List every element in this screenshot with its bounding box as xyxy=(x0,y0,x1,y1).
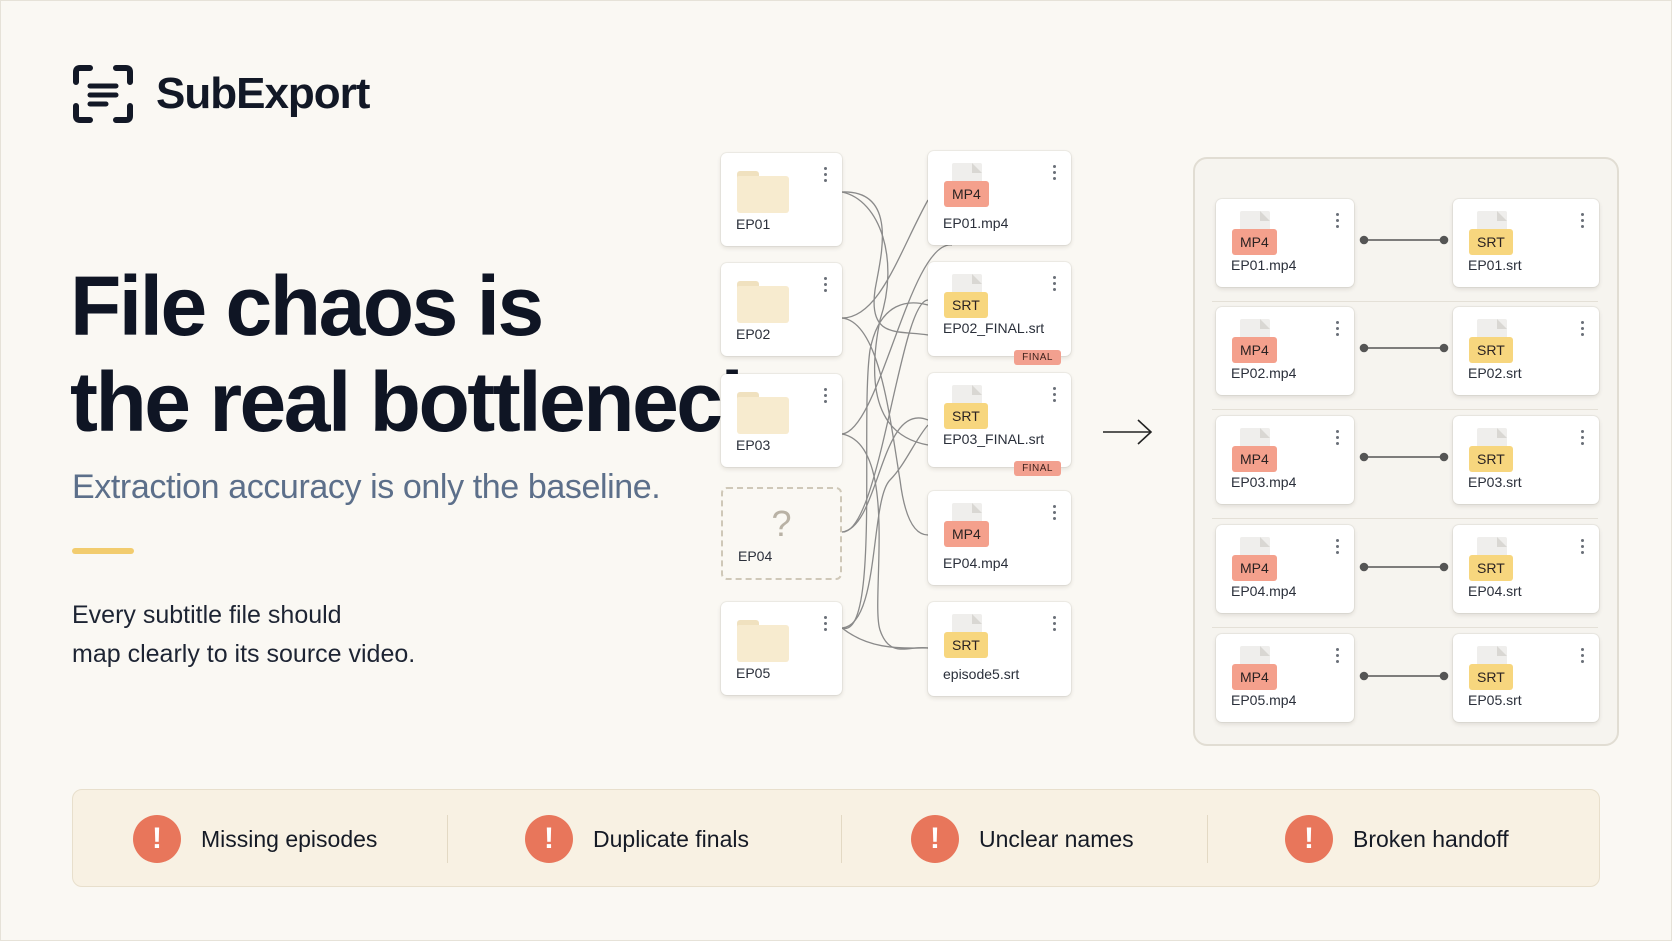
file-name: EP05.mp4 xyxy=(1231,692,1297,708)
more-options-icon[interactable] xyxy=(1336,213,1340,231)
issue-label: Duplicate finals xyxy=(593,825,749,852)
more-options-icon[interactable] xyxy=(1581,539,1585,557)
subtitle-file-icon: SRT xyxy=(1469,319,1515,367)
mapped-video-card[interactable]: MP4 EP03.mp4 xyxy=(1216,416,1354,504)
mapped-video-card[interactable]: MP4 EP01.mp4 xyxy=(1216,199,1354,287)
more-options-icon[interactable] xyxy=(1336,648,1340,666)
file-name: EP04.mp4 xyxy=(1231,583,1297,599)
mapped-subtitle-card[interactable]: SRT EP05.srt xyxy=(1453,634,1599,722)
video-file-icon: MP4 xyxy=(1232,537,1278,585)
alert-icon: ! xyxy=(1285,815,1333,863)
file-name: EP03.srt xyxy=(1468,474,1522,490)
issue-divider xyxy=(1207,815,1208,863)
more-options-icon[interactable] xyxy=(1581,321,1585,339)
mapped-subtitle-card[interactable]: SRT EP02.srt xyxy=(1453,307,1599,395)
file-name: EP01.mp4 xyxy=(1231,257,1297,273)
file-name: EP02.mp4 xyxy=(1231,365,1297,381)
issue-label: Unclear names xyxy=(979,825,1134,852)
subtitle-file-icon: SRT xyxy=(1469,537,1515,585)
file-name: EP03.mp4 xyxy=(1231,474,1297,490)
more-options-icon[interactable] xyxy=(1336,539,1340,557)
file-type-badge: SRT xyxy=(1469,229,1513,255)
more-options-icon[interactable] xyxy=(1336,430,1340,448)
file-type-badge: SRT xyxy=(1469,664,1513,690)
video-file-icon: MP4 xyxy=(1232,319,1278,367)
issue-divider xyxy=(447,815,448,863)
mapped-video-card[interactable]: MP4 EP04.mp4 xyxy=(1216,525,1354,613)
mapped-video-card[interactable]: MP4 EP05.mp4 xyxy=(1216,634,1354,722)
subtitle-file-icon: SRT xyxy=(1469,211,1515,259)
more-options-icon[interactable] xyxy=(1581,430,1585,448)
mapped-subtitle-card[interactable]: SRT EP04.srt xyxy=(1453,525,1599,613)
alert-icon: ! xyxy=(525,815,573,863)
file-type-badge: SRT xyxy=(1469,446,1513,472)
file-type-badge: SRT xyxy=(1469,337,1513,363)
video-file-icon: MP4 xyxy=(1232,646,1278,694)
more-options-icon[interactable] xyxy=(1336,321,1340,339)
mapped-video-card[interactable]: MP4 EP02.mp4 xyxy=(1216,307,1354,395)
mapped-subtitle-card[interactable]: SRT EP03.srt xyxy=(1453,416,1599,504)
issue-missing-episodes: ! Missing episodes xyxy=(133,812,377,866)
file-type-badge: MP4 xyxy=(1232,229,1277,255)
issue-duplicate-finals: ! Duplicate finals xyxy=(525,812,749,866)
file-type-badge: MP4 xyxy=(1232,446,1277,472)
issue-divider xyxy=(841,815,842,863)
issue-label: Broken handoff xyxy=(1353,825,1509,852)
file-type-badge: MP4 xyxy=(1232,555,1277,581)
more-options-icon[interactable] xyxy=(1581,213,1585,231)
file-type-badge: MP4 xyxy=(1232,664,1277,690)
file-name: EP02.srt xyxy=(1468,365,1522,381)
issues-bar: ! Missing episodes ! Duplicate finals ! … xyxy=(72,789,1600,887)
file-name: EP01.srt xyxy=(1468,257,1522,273)
alert-icon: ! xyxy=(133,815,181,863)
file-type-badge: SRT xyxy=(1469,555,1513,581)
video-file-icon: MP4 xyxy=(1232,428,1278,476)
file-name: EP05.srt xyxy=(1468,692,1522,708)
alert-icon: ! xyxy=(911,815,959,863)
issue-unclear-names: ! Unclear names xyxy=(911,812,1134,866)
more-options-icon[interactable] xyxy=(1581,648,1585,666)
issue-broken-handoff: ! Broken handoff xyxy=(1285,812,1509,866)
video-file-icon: MP4 xyxy=(1232,211,1278,259)
file-type-badge: MP4 xyxy=(1232,337,1277,363)
issue-label: Missing episodes xyxy=(201,825,378,852)
file-name: EP04.srt xyxy=(1468,583,1522,599)
subtitle-file-icon: SRT xyxy=(1469,428,1515,476)
subtitle-file-icon: SRT xyxy=(1469,646,1515,694)
mapped-subtitle-card[interactable]: SRT EP01.srt xyxy=(1453,199,1599,287)
